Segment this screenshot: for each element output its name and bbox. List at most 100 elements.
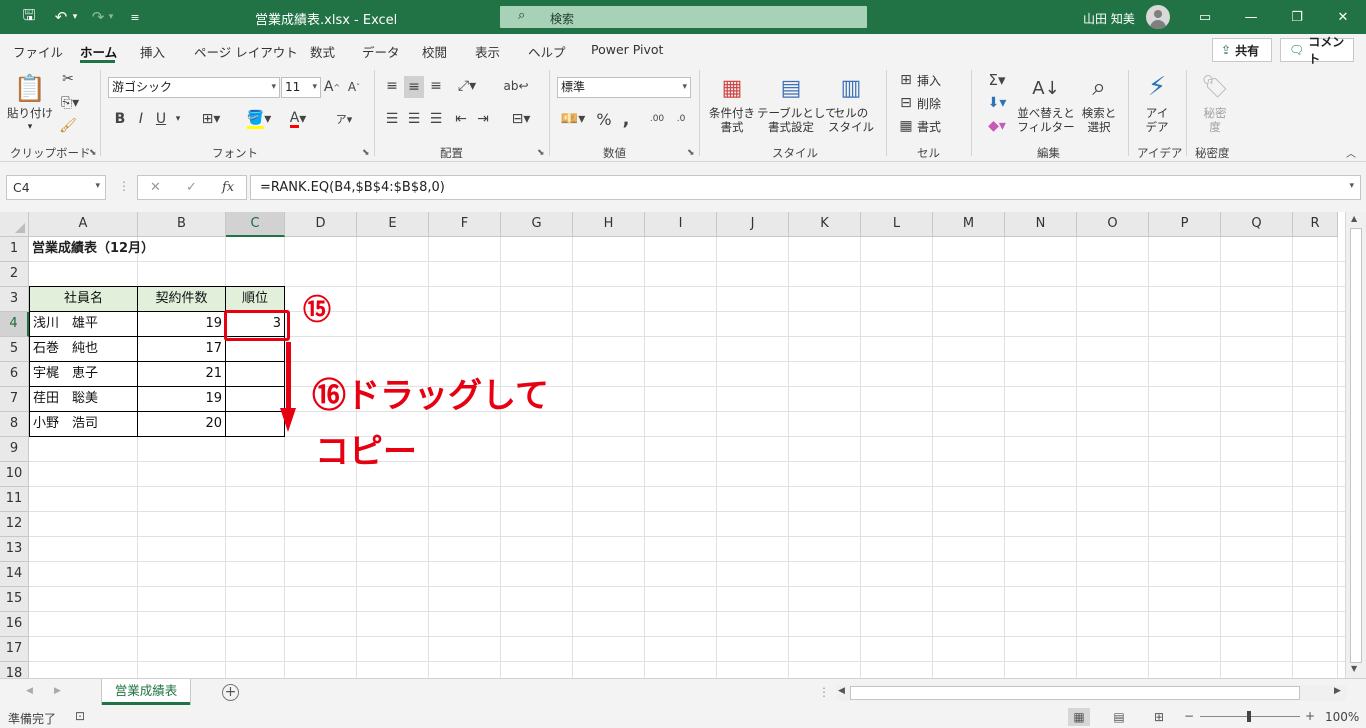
row-header[interactable]: 12 xyxy=(0,512,29,537)
paste-icon[interactable]: 📋 xyxy=(14,72,46,106)
row-header[interactable]: 16 xyxy=(0,612,29,637)
row-header[interactable]: 3 xyxy=(0,287,29,312)
spreadsheet-grid[interactable]: ABCDEFGHIJKLMNOPQR 1 2 3 4 5 6 7 8 9 10 11 12 13 14 15… xyxy=(0,212,1366,678)
underline-icon[interactable]: U xyxy=(154,109,168,129)
column-header[interactable]: B xyxy=(138,212,226,237)
format-painter-icon[interactable]: 🖌 xyxy=(58,117,78,135)
column-header[interactable]: E xyxy=(357,212,429,237)
decrease-indent-icon[interactable]: ⇤ xyxy=(452,109,470,129)
cell-styles-button-l1[interactable]: セルの xyxy=(825,106,877,121)
align-center-icon[interactable]: ☰ xyxy=(405,109,423,129)
find-select-button-l1[interactable]: 検索と xyxy=(1076,106,1122,121)
macro-record-icon[interactable]: ⊡ xyxy=(75,709,85,723)
format-as-table-button-l1[interactable]: テーブルとして xyxy=(757,106,836,121)
ideas-button-l2[interactable]: デア xyxy=(1137,120,1177,135)
column-header[interactable]: K xyxy=(789,212,861,237)
font-launcher-icon[interactable]: ⬊ xyxy=(362,148,370,158)
page-layout-view-icon[interactable]: ▤ xyxy=(1108,708,1130,726)
column-header[interactable]: R xyxy=(1293,212,1338,237)
column-header[interactable]: C xyxy=(226,212,285,237)
format-as-table-icon[interactable]: ▤ xyxy=(776,72,806,104)
comment-button[interactable]: 🗨 コメント xyxy=(1280,35,1354,66)
fill-icon[interactable]: ⬇▾ xyxy=(983,94,1011,112)
cell-name[interactable]: 荏田 聡美 xyxy=(29,386,138,412)
horizontal-scrollbar[interactable]: ◀ ▶ xyxy=(836,685,1346,701)
column-header[interactable]: L xyxy=(861,212,933,237)
row-header[interactable]: 6 xyxy=(0,362,29,387)
delete-cells-icon[interactable]: ⊟ xyxy=(897,94,915,112)
cell-count[interactable]: 19 xyxy=(137,311,226,337)
increase-font-icon[interactable]: A ^ xyxy=(323,77,341,97)
row-header[interactable]: 1 xyxy=(0,237,29,262)
ribbon-display-options-icon[interactable]: ▭ xyxy=(1191,5,1219,29)
cell-rank[interactable] xyxy=(225,411,285,437)
share-button[interactable]: ⇪ 共有 xyxy=(1212,38,1272,62)
tab-home[interactable]: ホーム xyxy=(80,42,117,61)
align-left-icon[interactable]: ☰ xyxy=(383,109,401,129)
decrease-decimal-icon[interactable]: .0 xyxy=(671,109,691,129)
sensitivity-button-l1[interactable]: 秘密 xyxy=(1192,106,1238,121)
column-header[interactable]: I xyxy=(645,212,717,237)
tab-formulas[interactable]: 数式 xyxy=(310,42,335,61)
scroll-up-icon[interactable]: ▲ xyxy=(1351,214,1357,223)
column-header[interactable]: N xyxy=(1005,212,1077,237)
scroll-down-icon[interactable]: ▼ xyxy=(1351,664,1357,673)
search-box[interactable]: ⌕ 検索 xyxy=(500,6,867,28)
tab-help[interactable]: ヘルプ xyxy=(528,42,566,61)
cancel-entry-icon[interactable]: ✕ xyxy=(150,180,161,195)
prev-sheet-icon[interactable]: ◀ xyxy=(26,686,33,696)
name-box[interactable]: C4 ▾ xyxy=(6,175,106,200)
row-header[interactable]: 10 xyxy=(0,462,29,487)
sort-filter-button-l1[interactable]: 並べ替えと xyxy=(1016,106,1076,121)
sort-filter-icon[interactable]: A↓ xyxy=(1030,72,1062,104)
row-header[interactable]: 14 xyxy=(0,562,29,587)
align-middle-icon[interactable]: ≡ xyxy=(404,76,424,98)
cell-count[interactable]: 19 xyxy=(137,386,226,412)
cell-styles-icon[interactable]: ▥ xyxy=(836,72,866,104)
row-header[interactable]: 2 xyxy=(0,262,29,287)
clipboard-launcher-icon[interactable]: ⬊ xyxy=(89,148,97,158)
table-header-rank[interactable]: 順位 xyxy=(225,286,285,312)
customize-toolbar-icon[interactable]: ≡ xyxy=(124,6,146,28)
cell-rank[interactable] xyxy=(225,386,285,412)
insert-function-icon[interactable]: fx xyxy=(222,180,234,195)
row-header[interactable]: 17 xyxy=(0,637,29,662)
scroll-left-icon[interactable]: ◀ xyxy=(838,686,845,696)
accounting-format-icon[interactable]: 💴▾ xyxy=(557,109,589,129)
sensitivity-icon[interactable]: 🏷 xyxy=(1200,70,1230,104)
ideas-icon[interactable]: ⚡ xyxy=(1142,70,1172,104)
number-launcher-icon[interactable]: ⬊ xyxy=(687,148,695,158)
fill-color-icon[interactable]: 🪣 ▾ xyxy=(244,109,274,129)
add-sheet-icon[interactable]: + xyxy=(222,684,239,701)
column-header[interactable]: Q xyxy=(1221,212,1293,237)
copy-icon[interactable]: ⎘▾ xyxy=(56,94,84,112)
zoom-slider-thumb[interactable] xyxy=(1247,711,1251,722)
borders-icon[interactable]: ⊞▾ xyxy=(197,109,225,129)
row-header[interactable]: 7 xyxy=(0,387,29,412)
column-header[interactable]: G xyxy=(501,212,573,237)
row-header[interactable]: 15 xyxy=(0,587,29,612)
number-format-select[interactable]: 標準 ▾ xyxy=(557,77,691,98)
table-header-count[interactable]: 契約件数 xyxy=(137,286,226,312)
underline-dropdown-icon[interactable]: ▾ xyxy=(172,109,184,129)
close-icon[interactable]: ✕ xyxy=(1329,5,1357,29)
find-select-icon[interactable]: ⌕ xyxy=(1083,70,1115,104)
row-header[interactable]: 9 xyxy=(0,437,29,462)
table-header-name[interactable]: 社員名 xyxy=(29,286,138,312)
phonetic-icon[interactable]: ア▾ xyxy=(330,109,358,129)
column-header[interactable]: J xyxy=(717,212,789,237)
comma-style-icon[interactable]: , xyxy=(619,109,633,130)
save-icon[interactable]: 🖫 xyxy=(18,6,40,28)
zoom-in-icon[interactable]: + xyxy=(1305,709,1315,723)
font-color-icon[interactable]: A ▾ xyxy=(283,109,313,129)
increase-decimal-icon[interactable]: .00 xyxy=(647,109,667,129)
tab-view[interactable]: 表示 xyxy=(475,42,500,61)
italic-icon[interactable]: I xyxy=(134,109,148,129)
minimize-icon[interactable]: — xyxy=(1237,5,1265,29)
insert-cells-button[interactable]: 挿入 xyxy=(917,72,941,89)
cell-rank[interactable] xyxy=(225,361,285,387)
column-header[interactable]: D xyxy=(285,212,357,237)
cell-name[interactable]: 小野 浩司 xyxy=(29,411,138,437)
column-header[interactable]: H xyxy=(573,212,645,237)
tab-file[interactable]: ファイル xyxy=(13,42,63,61)
